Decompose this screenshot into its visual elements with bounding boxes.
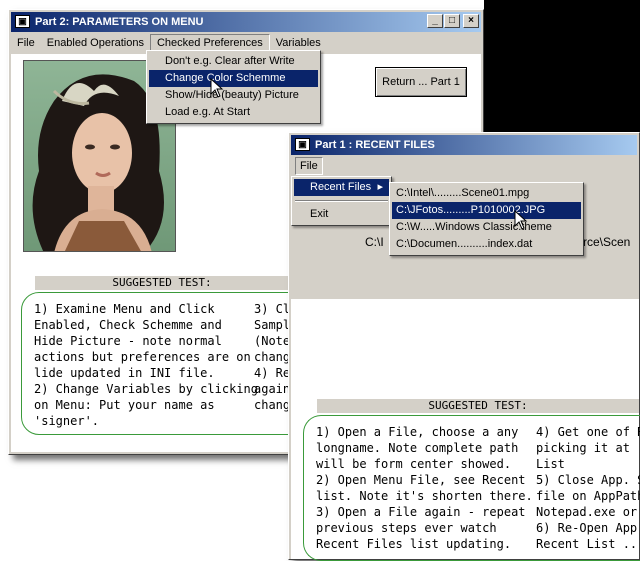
tests-column-1-recent: 1) Open a File, choose a any longname. N…: [316, 425, 533, 551]
title-buttons: _ □ ×: [426, 14, 479, 28]
return-part1-button[interactable]: Return ... Part 1: [375, 67, 467, 97]
title-bar[interactable]: ▣ Part 2: PARAMETERS ON MENU _ □ ×: [11, 12, 481, 32]
client-area-recent-files: SUGGESTED TEST: 1) Open a File, choose a…: [291, 299, 640, 561]
menu-item-show-hide-picture[interactable]: Show/Hide (beauty) Picture: [149, 87, 318, 104]
menu-item-exit[interactable]: Exit: [294, 206, 389, 223]
recent-file-item[interactable]: C:\Documen..........index.dat: [392, 236, 581, 253]
mouse-pointer-icon: [210, 78, 224, 98]
maximize-button[interactable]: □: [444, 14, 460, 28]
menu-file-recent[interactable]: File: [295, 157, 323, 175]
suggested-test-title-recent: SUGGESTED TEST:: [317, 399, 639, 413]
suggested-tests-box: 1) Examine Menu and Click Enabled, Check…: [21, 292, 321, 435]
file-menu: Recent Files ▸ Exit: [291, 176, 392, 226]
menu-item-recent-files[interactable]: Recent Files ▸: [294, 179, 389, 196]
close-button[interactable]: ×: [463, 14, 479, 28]
tests-column-1: 1) Examine Menu and Click Enabled, Check…: [34, 302, 258, 428]
minimize-button[interactable]: _: [427, 14, 443, 28]
app-icon-recent-files[interactable]: ▣: [295, 138, 310, 151]
recent-file-item[interactable]: C:\Intel\.........Scene01.mpg: [392, 185, 581, 202]
recent-files-label: Recent Files: [310, 181, 372, 193]
path-label-right: rce\Scen: [583, 235, 631, 249]
window-title-recent-files: Part 1 : RECENT FILES: [315, 139, 435, 151]
menu-item-dont-clear[interactable]: Don't e.g. Clear after Write: [149, 53, 318, 70]
checked-preferences-menu: Don't e.g. Clear after Write Change Colo…: [146, 50, 321, 124]
path-label-left: C:\I: [365, 235, 384, 249]
recent-files-submenu: C:\Intel\.........Scene01.mpg C:\JFotos.…: [389, 182, 584, 256]
suggested-tests-box-recent: 1) Open a File, choose a any longname. N…: [303, 415, 640, 561]
recent-file-item[interactable]: C:\JFotos.........P1010002.JPG: [392, 202, 581, 219]
menu-item-load-at-start[interactable]: Load e.g. At Start: [149, 104, 318, 121]
menu-file[interactable]: File: [11, 34, 41, 52]
suggested-test-title: SUGGESTED TEST:: [35, 276, 289, 290]
menu-enabled-operations[interactable]: Enabled Operations: [41, 34, 150, 52]
desktop-background: [484, 0, 640, 132]
window-title: Part 2: PARAMETERS ON MENU: [35, 16, 204, 28]
submenu-arrow-icon: ▸: [377, 181, 383, 193]
menu-separator: [295, 200, 388, 202]
recent-file-item[interactable]: C:\W.....Windows Classic.theme: [392, 219, 581, 236]
title-bar-recent-files[interactable]: ▣ Part 1 : RECENT FILES: [291, 135, 637, 155]
menu-bar-recent-files: File: [291, 157, 637, 175]
app-icon[interactable]: ▣: [15, 15, 30, 28]
mouse-pointer-icon: [514, 210, 528, 230]
tests-column-2-recent: 4) Get one of R picking it at List 5) Cl…: [536, 425, 640, 551]
menu-item-change-color-scheme[interactable]: Change Color Schemme: [149, 70, 318, 87]
